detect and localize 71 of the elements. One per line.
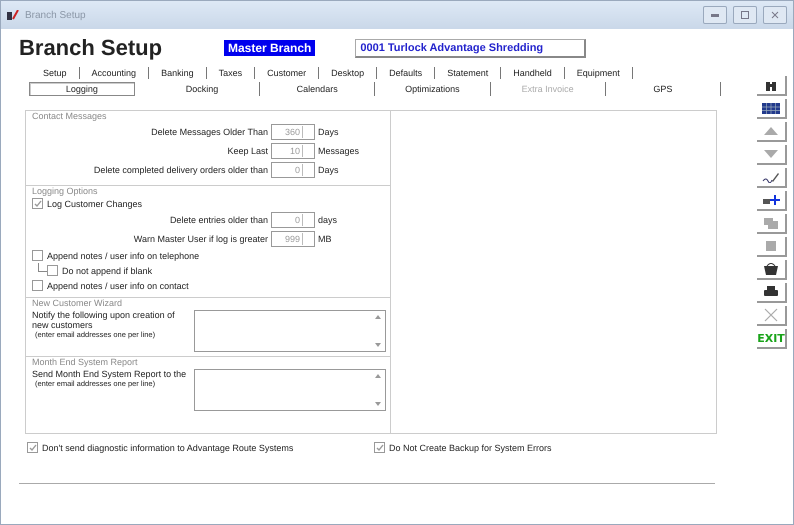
toolbar-button[interactable]: [757, 260, 787, 280]
checkbox-label: Do Not Create Backup for System Errors: [389, 442, 552, 452]
close-button[interactable]: [763, 6, 787, 24]
checkbox[interactable]: [374, 442, 385, 453]
tab[interactable]: Equipment: [564, 67, 633, 79]
up-arrow-icon: [764, 127, 778, 135]
unit-label: Messages: [318, 146, 360, 156]
checkbox[interactable]: [32, 198, 43, 209]
tab[interactable]: Desktop: [319, 67, 378, 79]
tab[interactable]: Accounting: [80, 67, 150, 79]
grid-icon: [762, 102, 780, 114]
tab[interactable]: Defaults: [377, 67, 436, 79]
app-icon: [7, 10, 19, 20]
close-icon: [771, 11, 779, 19]
checkbox-label: Log Customer Changes: [47, 198, 142, 208]
down-arrow-icon: [764, 150, 778, 158]
checkbox[interactable]: [32, 250, 43, 261]
basket-icon: [764, 263, 778, 275]
toolbar-button[interactable]: [757, 283, 787, 303]
email-field[interactable]: [194, 310, 386, 352]
field-label: Warn Master User if log is greater: [132, 234, 268, 244]
checkbox[interactable]: [27, 442, 38, 453]
tab[interactable]: Customer: [255, 67, 320, 79]
field-label: Delete entries older than: [168, 215, 268, 225]
square-icon: [766, 241, 776, 251]
tab[interactable]: Logging: [29, 82, 135, 96]
maximize-icon: [741, 11, 749, 19]
binoculars-icon: [765, 80, 777, 90]
toolbar-button[interactable]: [757, 99, 787, 119]
field-label: Keep Last: [226, 146, 268, 156]
unit-label: MB: [318, 234, 332, 244]
checkbox-label: Don't send diagnostic information to Advantage Route Systems: [42, 442, 294, 452]
checkbox[interactable]: [47, 265, 58, 276]
tab[interactable]: Docking: [144, 82, 260, 96]
maximize-button[interactable]: [733, 6, 757, 24]
add-icon: [762, 194, 780, 206]
checkbox-label: Append notes / user info on telephone: [47, 250, 200, 260]
tab[interactable]: Statement: [435, 67, 502, 79]
scroll-up-icon: [375, 315, 381, 319]
scroll-down-icon: [375, 402, 381, 406]
scroll-up-icon: [375, 374, 381, 378]
tab[interactable]: Optimizations: [375, 82, 491, 96]
branch-badge: Master Branch: [224, 40, 316, 56]
tab[interactable]: Handheld: [501, 67, 565, 79]
window-title: Branch Setup: [25, 10, 87, 20]
tab[interactable]: Banking: [149, 67, 207, 79]
minimize-icon: [711, 14, 719, 16]
scroll-down-icon: [375, 343, 381, 347]
unit-label: Days: [318, 127, 340, 137]
pages-icon: [764, 218, 778, 228]
checkbox[interactable]: [32, 280, 43, 291]
tab[interactable]: Setup: [31, 67, 80, 79]
checkbox-label: Append notes / user info on contact: [47, 280, 189, 290]
unit-label: days: [318, 215, 338, 225]
branch-field[interactable]: 0001 Turlock Advantage Shredding: [355, 38, 586, 58]
field-label: Delete completed delivery orders older than: [92, 165, 268, 175]
pen-icon: [762, 171, 780, 183]
field-label: Send Month End System Report to the: [32, 369, 188, 379]
close-icon: [764, 308, 778, 322]
unit-label: Days: [318, 165, 340, 175]
tab[interactable]: Taxes: [206, 67, 256, 79]
checkbox-label: Do not append if blank: [62, 266, 152, 276]
page-title: Branch Setup: [19, 35, 164, 61]
email-field[interactable]: [194, 369, 386, 411]
tab[interactable]: GPS: [606, 82, 722, 96]
minimize-button[interactable]: [703, 6, 727, 24]
field-label: Delete Messages Older Than: [150, 127, 268, 137]
toolbar-button[interactable]: [757, 168, 787, 188]
toolbar-button[interactable]: [757, 191, 787, 211]
tab[interactable]: Calendars: [260, 82, 376, 96]
field-label: Notify the following upon creation of new customers: [32, 310, 176, 330]
